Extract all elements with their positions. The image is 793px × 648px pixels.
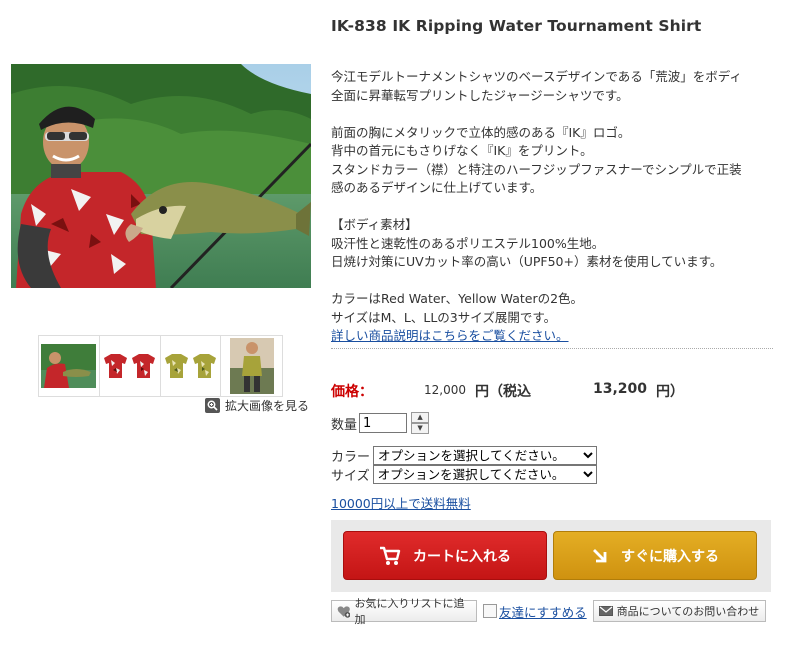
cart-icon	[380, 546, 401, 565]
add-to-cart-label: カートに入れる	[413, 548, 511, 565]
description-line: サイズはM、L、LLの3サイズ展開です。	[331, 309, 557, 325]
secondary-actions: お気に入りリストに追加 友達にすすめる 商品についてのお問い合わせ	[331, 597, 766, 626]
purchase-box: カートに入れる すぐに購入する	[331, 520, 771, 592]
size-select[interactable]: オプションを選択してください。	[372, 465, 597, 484]
quantity-input[interactable]	[359, 413, 408, 433]
price-row: 価格： 12,000 円（税込 13,200 円）	[331, 380, 771, 402]
thumbnail-angler-photo[interactable]	[39, 336, 100, 396]
recommend-friend-link[interactable]: 友達にすすめる	[483, 602, 587, 621]
color-label: カラー	[331, 450, 371, 465]
mail-icon	[598, 606, 613, 616]
size-option-row: サイズ オプションを選択してください。	[331, 465, 597, 484]
description-line: 【ボディ素材】	[331, 217, 418, 232]
thumbnail-red-shirt[interactable]	[99, 336, 161, 396]
product-inquiry-button[interactable]: 商品についてのお問い合わせ	[592, 600, 766, 622]
free-shipping-link[interactable]: 10000円以上で送料無料	[331, 493, 471, 512]
quantity-stepper: ▲ ▼	[411, 412, 430, 434]
recommend-friend-label: 友達にすすめる	[499, 604, 587, 620]
description-line: スタンドカラー（襟）と特注のハーフジップファスナーでシンプルで正装	[331, 161, 742, 177]
quantity-down-button[interactable]: ▼	[411, 423, 430, 434]
thumbnail-angler-fullbody[interactable]	[221, 336, 282, 396]
quantity-label: 数量	[331, 417, 358, 433]
add-to-cart-button[interactable]: カートに入れる	[343, 531, 547, 580]
add-favorite-button[interactable]: お気に入りリストに追加	[331, 597, 477, 626]
price-tax-value: 13,200	[593, 381, 648, 397]
price-tax-currency: 円）	[656, 384, 684, 400]
heart-plus-icon	[337, 605, 351, 618]
product-title: IK-838 IK Ripping Water Tournament Shirt	[331, 17, 702, 35]
color-option-row: カラー オプションを選択してください。	[331, 446, 598, 465]
thumbnail-yellow-shirt[interactable]	[160, 336, 222, 396]
zoom-label: 拡大画像を見る	[225, 399, 310, 413]
description-line: 全面に昇華転写プリントしたジャージーシャツです。	[331, 87, 629, 103]
description-line: 吸汗性と速乾性のあるポリエステル100%生地。	[331, 235, 605, 251]
description-line: 今江モデルトーナメントシャツのベースデザインである「荒波」をボディ	[331, 69, 742, 84]
buy-now-button[interactable]: すぐに購入する	[553, 531, 757, 580]
size-label: サイズ	[331, 469, 370, 484]
description-line: 日焼け対策にUVカット率の高い（UPF50+）素材を使用しています。	[331, 254, 723, 269]
thumbnail-strip	[38, 335, 283, 397]
description-line: 背中の首元にもさりげなく『IK』をプリント。	[331, 143, 593, 158]
product-description: 今江モデルトーナメントシャツのベースデザインである「荒波」をボディ 全面に昇華転…	[331, 68, 771, 346]
main-product-image[interactable]	[11, 64, 311, 288]
product-inquiry-label: 商品についてのお問い合わせ	[616, 605, 760, 618]
broken-image-icon	[483, 604, 497, 618]
zoom-image-link[interactable]: 拡大画像を見る	[205, 397, 309, 414]
price-currency: 円（税込	[475, 384, 531, 400]
divider	[331, 348, 773, 349]
color-select[interactable]: オプションを選択してください。	[373, 446, 598, 465]
quantity-up-button[interactable]: ▲	[411, 412, 430, 423]
description-line: 前面の胸にメタリックで立体的感のある『IK』ロゴ。	[331, 124, 631, 140]
quantity-row: 数量 ▲ ▼	[331, 412, 430, 434]
detail-description-link[interactable]: 詳しい商品説明はこちらをご覧ください。	[331, 328, 569, 343]
description-line: 感のあるデザインに仕上げています。	[331, 180, 543, 195]
arrow-down-right-icon	[593, 548, 607, 562]
price-value: 12,000	[424, 383, 466, 397]
add-favorite-label: お気に入りリストに追加	[354, 597, 465, 626]
price-label: 価格：	[331, 384, 373, 400]
magnifier-icon	[205, 398, 220, 413]
description-line: カラーはRed Water、Yellow Waterの2色。	[331, 291, 584, 306]
buy-now-label: すぐに購入する	[621, 548, 719, 565]
